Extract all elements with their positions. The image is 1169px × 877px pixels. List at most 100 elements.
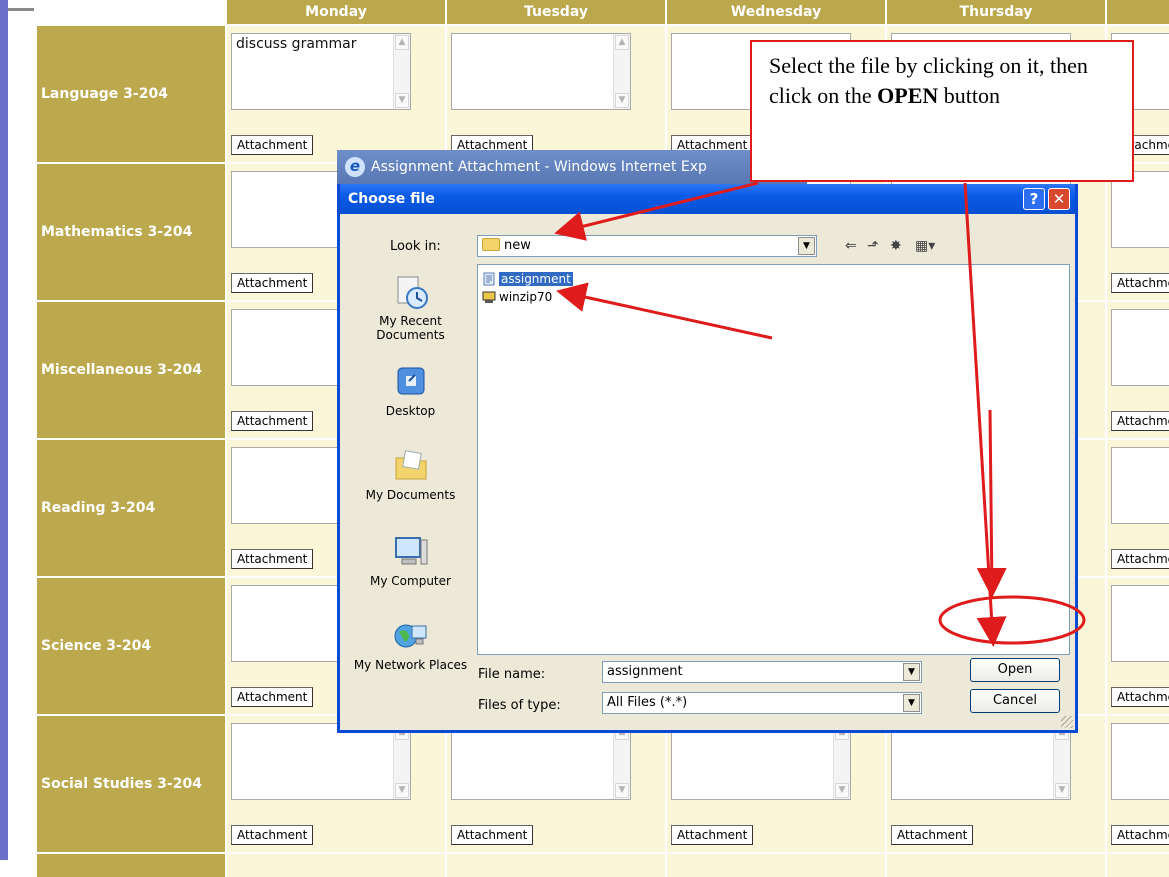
close-button[interactable]: ✕	[1048, 188, 1070, 210]
resize-grip[interactable]	[1061, 716, 1073, 728]
place-label: My Network Places	[353, 658, 468, 672]
plan-cell: ▲▼ Attachment	[227, 716, 445, 852]
left-window-edge	[0, 0, 8, 860]
chevron-down-icon[interactable]: ▼	[903, 694, 920, 712]
files-of-type-select[interactable]: All Files (*.*) ▼	[602, 692, 922, 714]
file-item-winzip70[interactable]: winzip70	[482, 289, 552, 305]
scroll-down-icon[interactable]: ▼	[615, 783, 629, 798]
my-computer-icon	[394, 537, 427, 565]
attachment-button[interactable]: Attachment	[1111, 825, 1169, 845]
look-in-label: Look in:	[390, 239, 441, 254]
day-header-thursday: Thursday	[887, 0, 1105, 24]
place-network-places[interactable]: My Network Places	[352, 618, 469, 672]
place-desktop[interactable]: Desktop	[352, 364, 469, 418]
attachment-button[interactable]: Attachment	[1111, 273, 1169, 293]
day-header-monday: Monday	[227, 0, 445, 24]
assignment-textarea[interactable]	[1111, 723, 1169, 800]
scroll-up-icon[interactable]: ▲	[395, 35, 409, 50]
scroll-down-icon[interactable]: ▼	[395, 783, 409, 798]
look-in-value: new	[504, 238, 531, 253]
places-bar: My Recent Documents Desktop My Documents	[352, 264, 469, 684]
file-item-assignment[interactable]: assignment	[482, 271, 573, 287]
file-name-input[interactable]: assignment ▼	[602, 661, 922, 683]
assignment-textarea[interactable]	[1111, 309, 1169, 386]
scroll-down-icon[interactable]: ▼	[1055, 783, 1069, 798]
assignment-textarea[interactable]: ▲▼	[451, 33, 631, 110]
place-my-computer[interactable]: My Computer	[352, 534, 469, 588]
textarea-scrollbar[interactable]: ▲▼	[1053, 724, 1070, 799]
look-in-select[interactable]: new ▼	[477, 235, 817, 257]
instruction-callout: Select the file by clicking on it, then …	[750, 40, 1134, 182]
dialog-titlebar[interactable]: Choose file ? ✕	[340, 184, 1075, 214]
view-menu-icon[interactable]: ▦▾	[915, 238, 935, 254]
header-corner	[37, 0, 225, 24]
desktop-icon	[397, 367, 424, 395]
scroll-up-icon[interactable]: ▲	[615, 35, 629, 50]
file-name-label: File name:	[478, 667, 546, 682]
textarea-scrollbar[interactable]: ▲▼	[393, 724, 410, 799]
ie-window-titlebar[interactable]: e Assignment Attachment - Windows Intern…	[337, 150, 807, 184]
dialog-title: Choose file	[348, 191, 435, 207]
plan-cell: ▲▼Attachment	[447, 26, 665, 162]
plan-cell: Attachment	[1107, 716, 1169, 852]
textarea-scrollbar[interactable]: ▲▼	[393, 34, 410, 109]
attachment-button[interactable]: Attachment	[231, 549, 314, 569]
chevron-down-icon[interactable]: ▼	[798, 237, 815, 255]
subject-label: Social Studies 3-204	[37, 716, 225, 852]
new-folder-icon[interactable]: ✸	[890, 238, 902, 254]
scroll-down-icon[interactable]: ▼	[835, 783, 849, 798]
installer-icon	[482, 291, 496, 303]
attachment-button[interactable]: Attachment	[231, 411, 314, 431]
file-list[interactable]: assignment winzip70	[477, 264, 1070, 655]
day-header-wednesday: Wednesday	[667, 0, 885, 24]
assignment-textarea[interactable]: ▲▼	[891, 723, 1071, 800]
grid-footer	[37, 854, 225, 877]
scroll-down-icon[interactable]: ▼	[395, 93, 409, 108]
place-label: My Documents	[365, 488, 456, 502]
assignment-textarea[interactable]	[1111, 585, 1169, 662]
cancel-button[interactable]: Cancel	[970, 689, 1060, 713]
attachment-button[interactable]: Attachment	[231, 825, 314, 845]
attachment-button[interactable]: Attachment	[1111, 549, 1169, 569]
place-label: My Recent Documents	[376, 314, 445, 342]
place-recent-documents[interactable]: My Recent Documents	[352, 274, 469, 342]
open-button[interactable]: Open	[970, 658, 1060, 682]
attachment-button[interactable]: Attachment	[451, 825, 534, 845]
attachment-button[interactable]: Attachment	[231, 687, 314, 707]
subject-label: Miscellaneous 3-204	[37, 302, 225, 438]
window-corner-mark	[8, 8, 34, 11]
assignment-textarea[interactable]: discuss grammar ▲ ▼	[231, 33, 411, 110]
attachment-button[interactable]: Attachment	[891, 825, 974, 845]
chevron-down-icon[interactable]: ▼	[903, 663, 920, 681]
place-my-documents[interactable]: My Documents	[352, 448, 469, 502]
attachment-button[interactable]: Attachment	[231, 273, 314, 293]
up-folder-icon[interactable]: ⬏	[867, 238, 879, 254]
files-of-type-value: All Files (*.*)	[607, 695, 688, 710]
plan-cell: Attachment	[1107, 302, 1169, 438]
file-name: assignment	[499, 272, 573, 286]
grid-footer	[887, 854, 1105, 877]
attachment-button[interactable]: Attachment	[671, 825, 754, 845]
textarea-scrollbar[interactable]: ▲▼	[613, 34, 630, 109]
back-icon[interactable]: ⇐	[845, 238, 857, 254]
place-label: Desktop	[385, 404, 436, 418]
plan-cell: ▲▼ Attachment	[887, 716, 1105, 852]
callout-bold-text: OPEN	[877, 83, 939, 108]
textarea-scrollbar[interactable]: ▲▼	[833, 724, 850, 799]
scroll-down-icon[interactable]: ▼	[615, 93, 629, 108]
help-button[interactable]: ?	[1023, 188, 1045, 210]
assignment-textarea[interactable]: ▲▼	[671, 723, 851, 800]
plan-cell: Attachment	[1107, 164, 1169, 300]
textarea-scrollbar[interactable]: ▲▼	[613, 724, 630, 799]
day-header-tuesday: Tuesday	[447, 0, 665, 24]
assignment-textarea[interactable]: ▲▼	[451, 723, 631, 800]
assignment-textarea[interactable]	[1111, 447, 1169, 524]
attachment-button[interactable]: Attachment	[231, 135, 314, 155]
assignment-textarea[interactable]: ▲▼	[231, 723, 411, 800]
attachment-button[interactable]: Attachment	[1111, 687, 1169, 707]
grid-footer	[667, 854, 885, 877]
attachment-button[interactable]: Attachment	[1111, 411, 1169, 431]
file-name: winzip70	[499, 290, 553, 304]
folder-icon	[482, 238, 500, 251]
assignment-textarea[interactable]	[1111, 171, 1169, 248]
